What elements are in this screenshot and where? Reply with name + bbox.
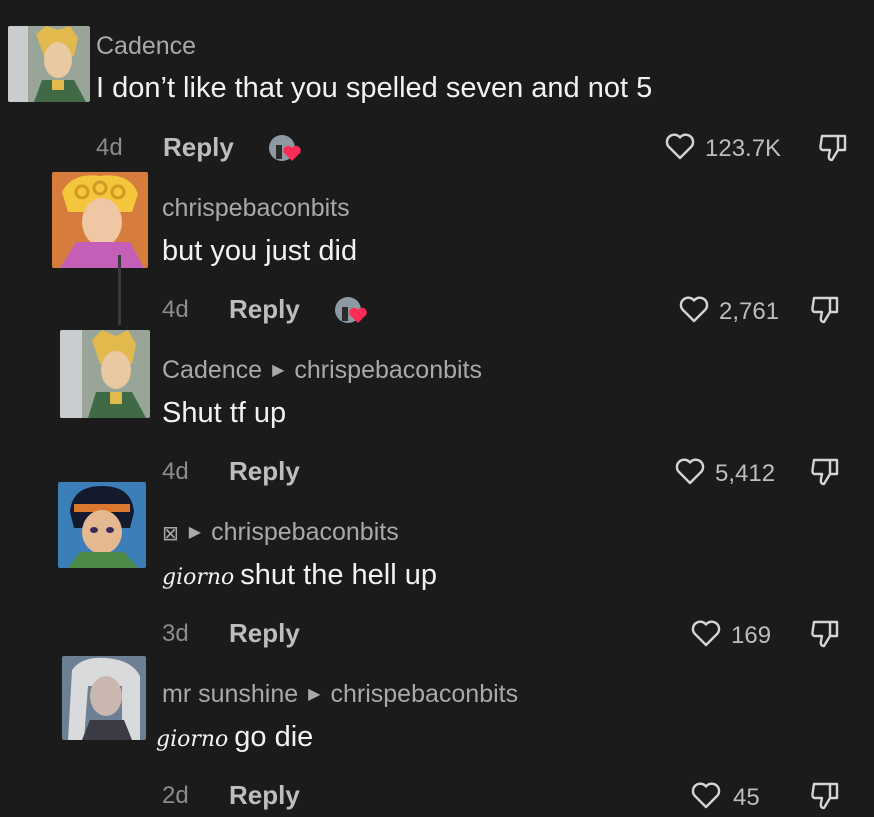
heart-outline-icon[interactable] (690, 780, 722, 810)
like-count: 45 (733, 784, 760, 811)
avatar[interactable] (8, 26, 90, 102)
thread-line (118, 255, 121, 325)
username[interactable]: Cadence ▶ chrispebaconbits (162, 356, 482, 385)
avatar[interactable] (52, 172, 148, 268)
reply-to-username[interactable]: chrispebaconbits (294, 356, 482, 384)
thumbs-down-icon[interactable] (808, 616, 842, 650)
reply-button[interactable]: Reply (229, 294, 300, 325)
username[interactable]: chrispebaconbits (162, 194, 350, 223)
reply-to-username[interactable]: chrispebaconbits (211, 518, 399, 546)
thumbs-down-icon[interactable] (808, 292, 842, 326)
comment-text: giorno shut the hell up (162, 559, 437, 591)
creator-liked-badge (268, 133, 302, 163)
heart-outline-icon[interactable] (674, 456, 706, 486)
creator-liked-badge (334, 295, 368, 325)
avatar[interactable] (62, 656, 146, 740)
comment-age: 4d (162, 458, 189, 485)
comment-age: 4d (96, 134, 123, 161)
username[interactable]: ⊠ ▶ chrispebaconbits (162, 518, 399, 547)
reply-to-username[interactable]: chrispebaconbits (330, 680, 518, 708)
thumbs-down-icon[interactable] (808, 778, 842, 812)
handwritten-annotation: giorno (162, 565, 235, 590)
comment-text: I don’t like that you spelled seven and … (96, 72, 653, 104)
comment-age: 4d (162, 296, 189, 323)
reply-arrow-icon: ▶ (272, 362, 285, 379)
comment-age: 2d (162, 782, 189, 809)
like-count: 5,412 (715, 460, 776, 487)
like-count: 123.7K (705, 135, 782, 162)
username[interactable]: Cadence (96, 32, 196, 61)
reply-button[interactable]: Reply (229, 456, 300, 487)
reply-arrow-icon: ▶ (188, 524, 202, 541)
comment-text: giorno go die (156, 721, 314, 753)
avatar[interactable] (60, 330, 150, 418)
handwritten-annotation: giorno (156, 727, 229, 752)
heart-outline-icon[interactable] (678, 294, 710, 324)
username[interactable]: mr sunshine ▶ chrispebaconbits (162, 680, 518, 709)
like-count: 2,761 (719, 298, 780, 325)
thumbs-down-icon[interactable] (816, 130, 850, 164)
heart-outline-icon[interactable] (664, 131, 696, 161)
reply-button[interactable]: Reply (229, 780, 300, 811)
reply-button[interactable]: Reply (163, 132, 234, 163)
avatar[interactable] (58, 482, 146, 568)
thumbs-down-icon[interactable] (808, 454, 842, 488)
comment-text: Shut tf up (162, 397, 287, 429)
reply-arrow-icon: ▶ (308, 686, 321, 703)
reply-button[interactable]: Reply (229, 618, 300, 649)
heart-outline-icon[interactable] (690, 618, 722, 648)
comment-text: but you just did (162, 235, 358, 267)
like-count: 169 (731, 622, 772, 649)
comment-age: 3d (162, 620, 189, 647)
